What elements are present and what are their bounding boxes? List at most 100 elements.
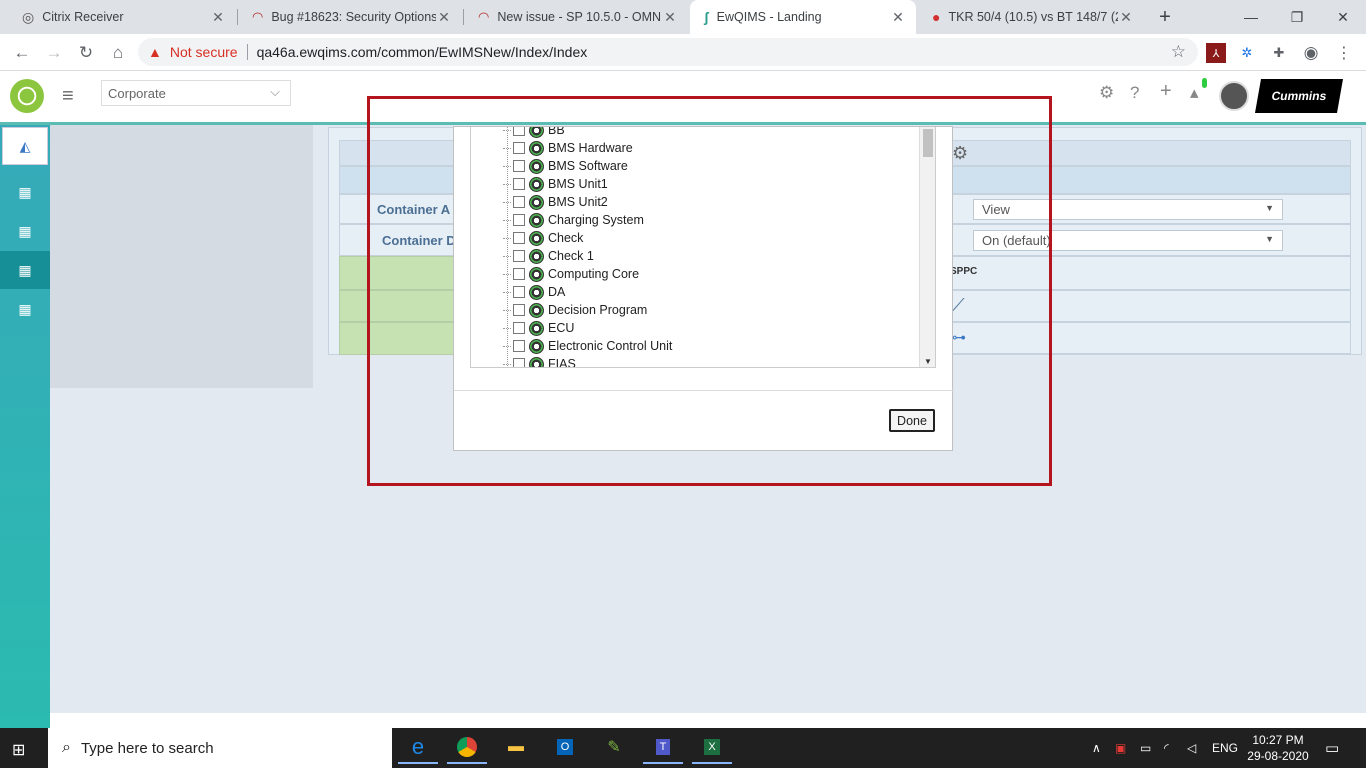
- wifi-icon[interactable]: ◜: [1164, 728, 1169, 768]
- tree-item-label: Decision Program: [548, 303, 648, 317]
- taskbar-search[interactable]: ⌕ Type here to search: [48, 728, 392, 768]
- excel-icon[interactable]: X: [692, 732, 732, 764]
- home-button[interactable]: ⌂: [104, 39, 132, 67]
- minimize-button[interactable]: —: [1228, 0, 1274, 34]
- security-label[interactable]: Not secure: [170, 44, 238, 60]
- sidebar-logo-icon[interactable]: ◭: [2, 127, 48, 165]
- tab-title: Bug #18623: Security Options f: [271, 10, 436, 24]
- item-checkbox[interactable]: [513, 196, 525, 208]
- container-a-label: Container A: [377, 202, 451, 217]
- done-button[interactable]: Done: [889, 409, 935, 432]
- new-tab-button[interactable]: +: [1152, 4, 1178, 30]
- item-checkbox[interactable]: [513, 232, 525, 244]
- chart-tool-icon[interactable]: ⟋: [952, 295, 965, 316]
- scrollbar-thumb[interactable]: [923, 129, 933, 157]
- scrollbar[interactable]: ▼: [919, 127, 935, 367]
- battery-icon[interactable]: ▭: [1140, 728, 1151, 768]
- tree-connector: [503, 291, 511, 293]
- item-checkbox[interactable]: [513, 250, 525, 262]
- tree-item[interactable]: BMS Unit2: [503, 193, 608, 211]
- url-separator: [246, 44, 248, 60]
- tab-new-issue[interactable]: ◠ New issue - SP 10.5.0 - OMNEX ✕: [464, 0, 688, 34]
- reload-button[interactable]: ↻: [72, 39, 100, 67]
- add-icon[interactable]: +: [1160, 80, 1172, 103]
- tree-item[interactable]: Check: [503, 229, 583, 247]
- tree-item[interactable]: BMS Hardware: [503, 139, 633, 157]
- language-indicator[interactable]: ENG: [1212, 728, 1238, 768]
- omnibox[interactable]: ▲ Not secure qa46a.ewqims.com/common/EwI…: [138, 38, 1198, 66]
- tray-chevron-icon[interactable]: ∧: [1092, 728, 1101, 768]
- tab-bug[interactable]: ◠ Bug #18623: Security Options f ✕: [238, 0, 462, 34]
- item-checkbox[interactable]: [513, 214, 525, 226]
- sidebar-building-icon[interactable]: ▦: [0, 251, 50, 289]
- close-icon[interactable]: ✕: [436, 9, 452, 26]
- help-icon[interactable]: ?: [1130, 83, 1139, 103]
- tree-item[interactable]: DA: [503, 283, 565, 301]
- item-checkbox[interactable]: [513, 142, 525, 154]
- item-checkbox[interactable]: [513, 358, 525, 367]
- scroll-down-icon[interactable]: ▼: [924, 357, 932, 366]
- forward-button[interactable]: →: [40, 39, 68, 67]
- file-explorer-icon[interactable]: ▬: [496, 732, 536, 764]
- tray-app-icon[interactable]: ▣: [1115, 728, 1126, 768]
- close-icon[interactable]: ✕: [890, 9, 906, 26]
- tree-item[interactable]: Electronic Control Unit: [503, 337, 672, 355]
- teams-icon[interactable]: T: [643, 732, 683, 764]
- puzzle-icon[interactable]: ✚: [1269, 43, 1289, 63]
- outlook-icon[interactable]: O: [545, 732, 585, 764]
- notifications-icon[interactable]: ▭: [1325, 728, 1339, 768]
- pdf-extension-icon[interactable]: ⅄: [1206, 43, 1226, 63]
- taskbar-clock[interactable]: 10:27 PM 29-08-2020: [1244, 732, 1312, 764]
- sidebar-building-icon[interactable]: ▦: [0, 290, 50, 328]
- container-d-select[interactable]: On (default) ▼: [973, 230, 1283, 251]
- item-checkbox[interactable]: [513, 268, 525, 280]
- close-icon[interactable]: ✕: [662, 9, 678, 26]
- volume-icon[interactable]: ◁: [1187, 728, 1196, 768]
- item-checkbox[interactable]: [513, 160, 525, 172]
- tree-item[interactable]: Computing Core: [503, 265, 639, 283]
- tree-item[interactable]: BB: [503, 127, 565, 139]
- url-text[interactable]: qa46a.ewqims.com/common/EwIMSNew/Index/I…: [257, 44, 588, 60]
- sppc-label: SPPC: [950, 266, 978, 277]
- tree-item[interactable]: Check 1: [503, 247, 594, 265]
- sidebar-building-icon[interactable]: ▦: [0, 212, 50, 250]
- tree-item[interactable]: BMS Software: [503, 157, 628, 175]
- app-logo[interactable]: [10, 79, 44, 113]
- item-checkbox[interactable]: [513, 340, 525, 352]
- sidebar-building-icon[interactable]: ▦: [0, 173, 50, 211]
- extension-icon[interactable]: ✲: [1237, 43, 1257, 63]
- tree-item[interactable]: Decision Program: [503, 301, 647, 319]
- item-checkbox[interactable]: [513, 178, 525, 190]
- chrome-icon[interactable]: [447, 732, 487, 764]
- close-icon[interactable]: ✕: [210, 9, 226, 26]
- flowchart-icon[interactable]: ⊶: [952, 329, 966, 346]
- close-icon[interactable]: ✕: [1118, 9, 1134, 26]
- item-checkbox[interactable]: [513, 304, 525, 316]
- edge-icon[interactable]: e: [398, 732, 438, 764]
- container-a-select[interactable]: View ▼: [973, 199, 1283, 220]
- gear-icon[interactable]: ⚙: [952, 143, 968, 164]
- windows-start-icon[interactable]: ⊞: [12, 740, 25, 760]
- organization-select[interactable]: Corporate ⌵: [101, 80, 291, 106]
- item-checkbox[interactable]: [513, 286, 525, 298]
- restore-button[interactable]: ❐: [1274, 0, 1320, 34]
- tree-item[interactable]: FIAS: [503, 355, 576, 367]
- notepad-icon[interactable]: ✎: [594, 732, 634, 764]
- settings-gear-icon[interactable]: ⚙: [1099, 83, 1114, 103]
- tree-item[interactable]: Charging System: [503, 211, 644, 229]
- tab-cricket[interactable]: ● TKR 50/4 (10.5) vs BT 148/7 (20 ✕: [918, 0, 1144, 34]
- tree-item[interactable]: ECU: [503, 319, 574, 337]
- hamburger-menu-icon[interactable]: ≡: [62, 85, 74, 108]
- tab-citrix[interactable]: ◎ Citrix Receiver ✕: [8, 0, 236, 34]
- notification-bell-icon[interactable]: ▴: [1190, 83, 1199, 103]
- close-window-button[interactable]: ✕: [1320, 0, 1366, 34]
- item-checkbox[interactable]: [513, 322, 525, 334]
- item-checkbox[interactable]: [513, 127, 525, 136]
- user-avatar[interactable]: [1219, 81, 1249, 111]
- bookmark-star-icon[interactable]: ☆: [1171, 42, 1186, 62]
- back-button[interactable]: ←: [8, 39, 36, 67]
- profile-icon[interactable]: ◉: [1301, 43, 1321, 63]
- tree-item[interactable]: BMS Unit1: [503, 175, 608, 193]
- menu-dots-icon[interactable]: ⋮: [1334, 43, 1354, 63]
- tab-ewqims[interactable]: ʃ EwQIMS - Landing ✕: [690, 0, 916, 34]
